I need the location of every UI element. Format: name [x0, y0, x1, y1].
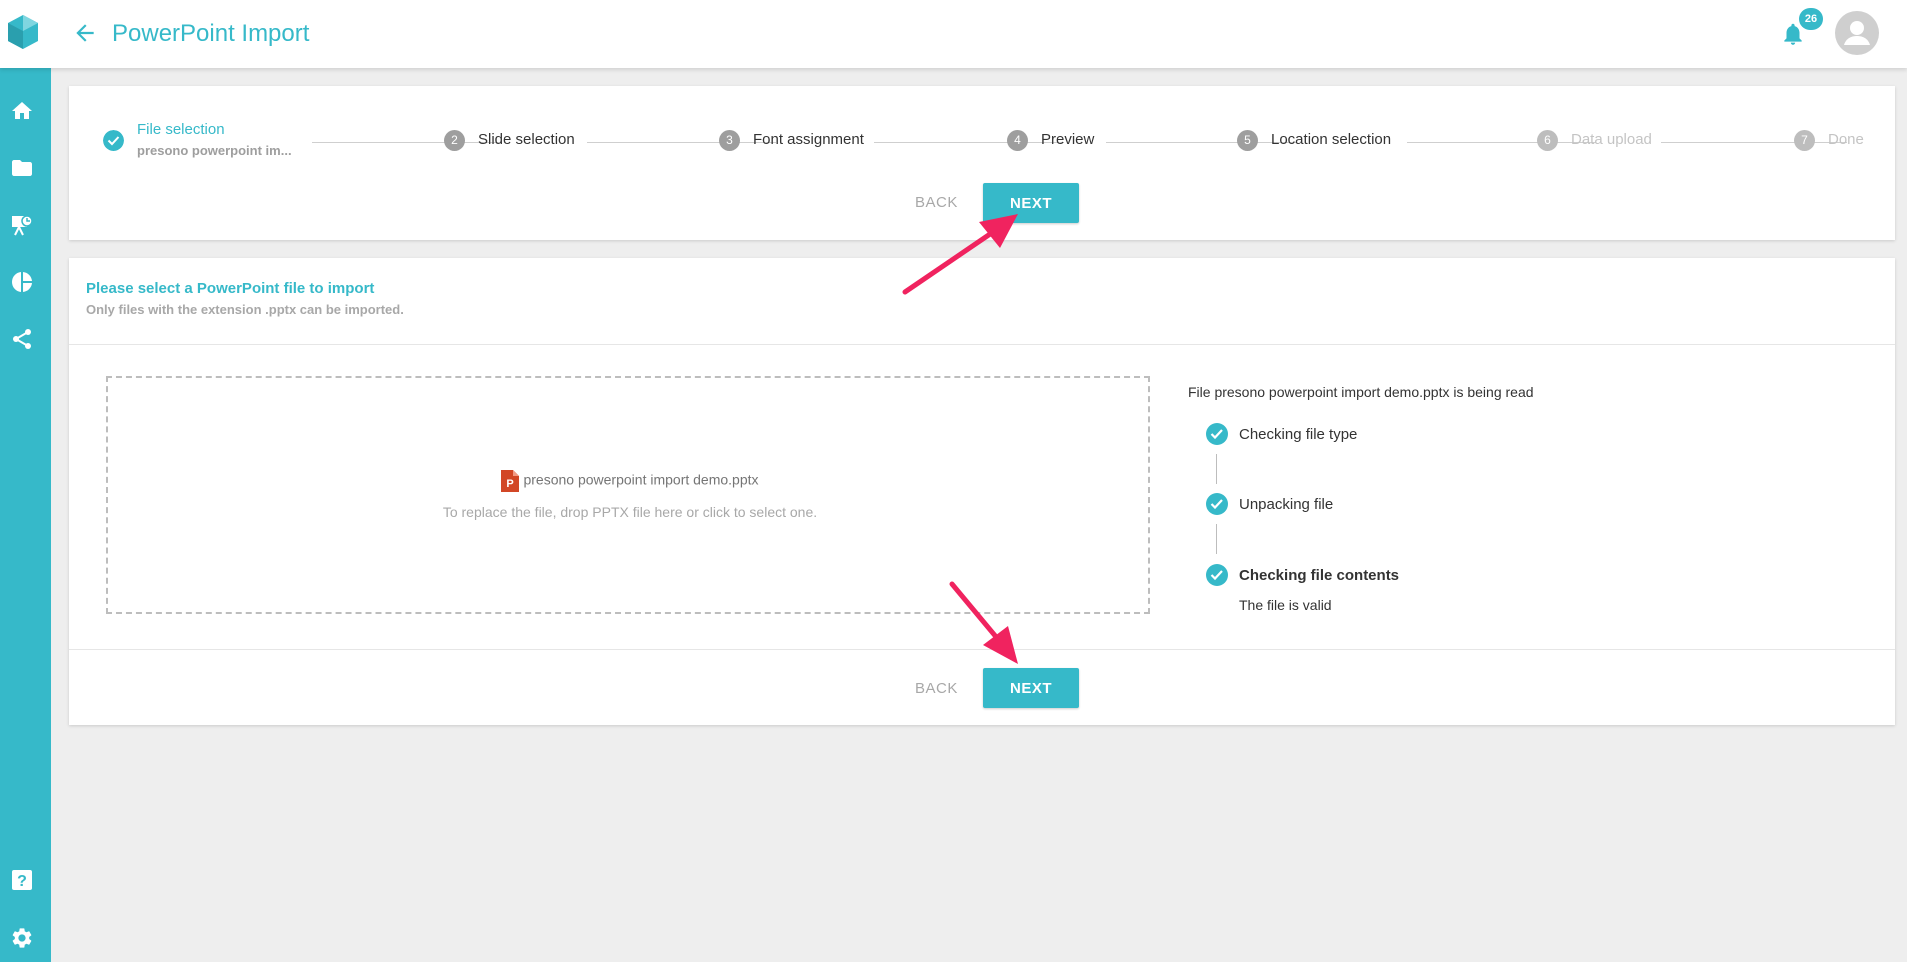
- step-label: Slide selection: [478, 131, 575, 148]
- next-button[interactable]: NEXT: [983, 668, 1079, 708]
- step-number: 7: [1794, 130, 1815, 151]
- check-circle-icon: [1206, 423, 1228, 445]
- section-title: Please select a PowerPoint file to impor…: [86, 280, 375, 297]
- divider: [69, 344, 1895, 345]
- svg-text:?: ?: [17, 873, 27, 890]
- app-logo[interactable]: [6, 13, 40, 51]
- gear-icon[interactable]: [10, 926, 34, 950]
- page-title: PowerPoint Import: [112, 20, 310, 47]
- step-location-selection[interactable]: 5 Location selection: [1237, 120, 1391, 170]
- step-title: File selection: [137, 121, 225, 138]
- avatar[interactable]: [1835, 11, 1879, 55]
- step-data-upload: 6 Data upload: [1537, 120, 1652, 170]
- step-done: 7 Done: [1794, 120, 1864, 170]
- divider: [69, 649, 1895, 650]
- check-circle-icon: [103, 130, 124, 151]
- check-circle-icon: [1206, 564, 1228, 586]
- step-number: 6: [1537, 130, 1558, 151]
- step-font-assignment[interactable]: 3 Font assignment: [719, 120, 864, 170]
- step-label: Font assignment: [753, 131, 864, 148]
- step-file-selection[interactable]: File selection presono powerpoint im...: [103, 120, 292, 170]
- next-button[interactable]: NEXT: [983, 183, 1079, 223]
- help-icon[interactable]: ?: [10, 868, 34, 892]
- step-number: 5: [1237, 130, 1258, 151]
- check-connector: [1216, 524, 1217, 554]
- stepper-card: File selection presono powerpoint im... …: [69, 86, 1895, 240]
- back-button[interactable]: BACK: [915, 680, 958, 697]
- pptx-file-icon: P: [501, 470, 520, 492]
- check-label: Checking file type: [1239, 426, 1358, 443]
- check-circle-icon: [1206, 493, 1228, 515]
- back-button[interactable]: BACK: [915, 194, 958, 211]
- validation-result: The file is valid: [1239, 597, 1332, 613]
- step-label: Data upload: [1571, 131, 1652, 148]
- step-number: 3: [719, 130, 740, 151]
- step-label: Preview: [1041, 131, 1095, 148]
- step-preview[interactable]: 4 Preview: [1007, 120, 1094, 170]
- svg-text:P: P: [507, 478, 514, 490]
- check-label: Unpacking file: [1239, 496, 1334, 513]
- check-connector: [1216, 454, 1217, 484]
- check-label: Checking file contents: [1239, 567, 1400, 584]
- step-slide-selection[interactable]: 2 Slide selection: [444, 120, 575, 170]
- user-icon: [1844, 21, 1870, 45]
- file-selection-card: Please select a PowerPoint file to impor…: [69, 258, 1895, 725]
- status-title: File presono powerpoint import demo.pptx…: [1188, 384, 1534, 400]
- file-name: presono powerpoint import demo.pptx: [523, 471, 759, 488]
- back-arrow-icon[interactable]: [72, 20, 98, 46]
- sidebar: ?: [0, 68, 51, 962]
- step-label: Done: [1828, 131, 1864, 148]
- step-subtitle: presono powerpoint im...: [137, 143, 292, 158]
- home-icon[interactable]: [10, 99, 34, 123]
- step-number: 2: [444, 130, 465, 151]
- selected-file: P presono powerpoint import demo.pptx: [108, 470, 1152, 492]
- step-label: Location selection: [1271, 131, 1392, 148]
- top-bar: PowerPoint Import 26: [0, 0, 1907, 68]
- presentation-icon[interactable]: [10, 213, 34, 237]
- section-subtitle: Only files with the extension .pptx can …: [86, 302, 404, 317]
- pie-chart-icon[interactable]: [10, 270, 34, 294]
- step-number: 4: [1007, 130, 1028, 151]
- notification-badge: 26: [1799, 8, 1823, 30]
- step-label: File selection presono powerpoint im...: [137, 121, 292, 158]
- dropzone-hint: To replace the file, drop PPTX file here…: [442, 504, 818, 520]
- folder-icon[interactable]: [10, 156, 34, 180]
- file-dropzone[interactable]: P presono powerpoint import demo.pptx To…: [106, 376, 1150, 614]
- share-icon[interactable]: [10, 327, 34, 351]
